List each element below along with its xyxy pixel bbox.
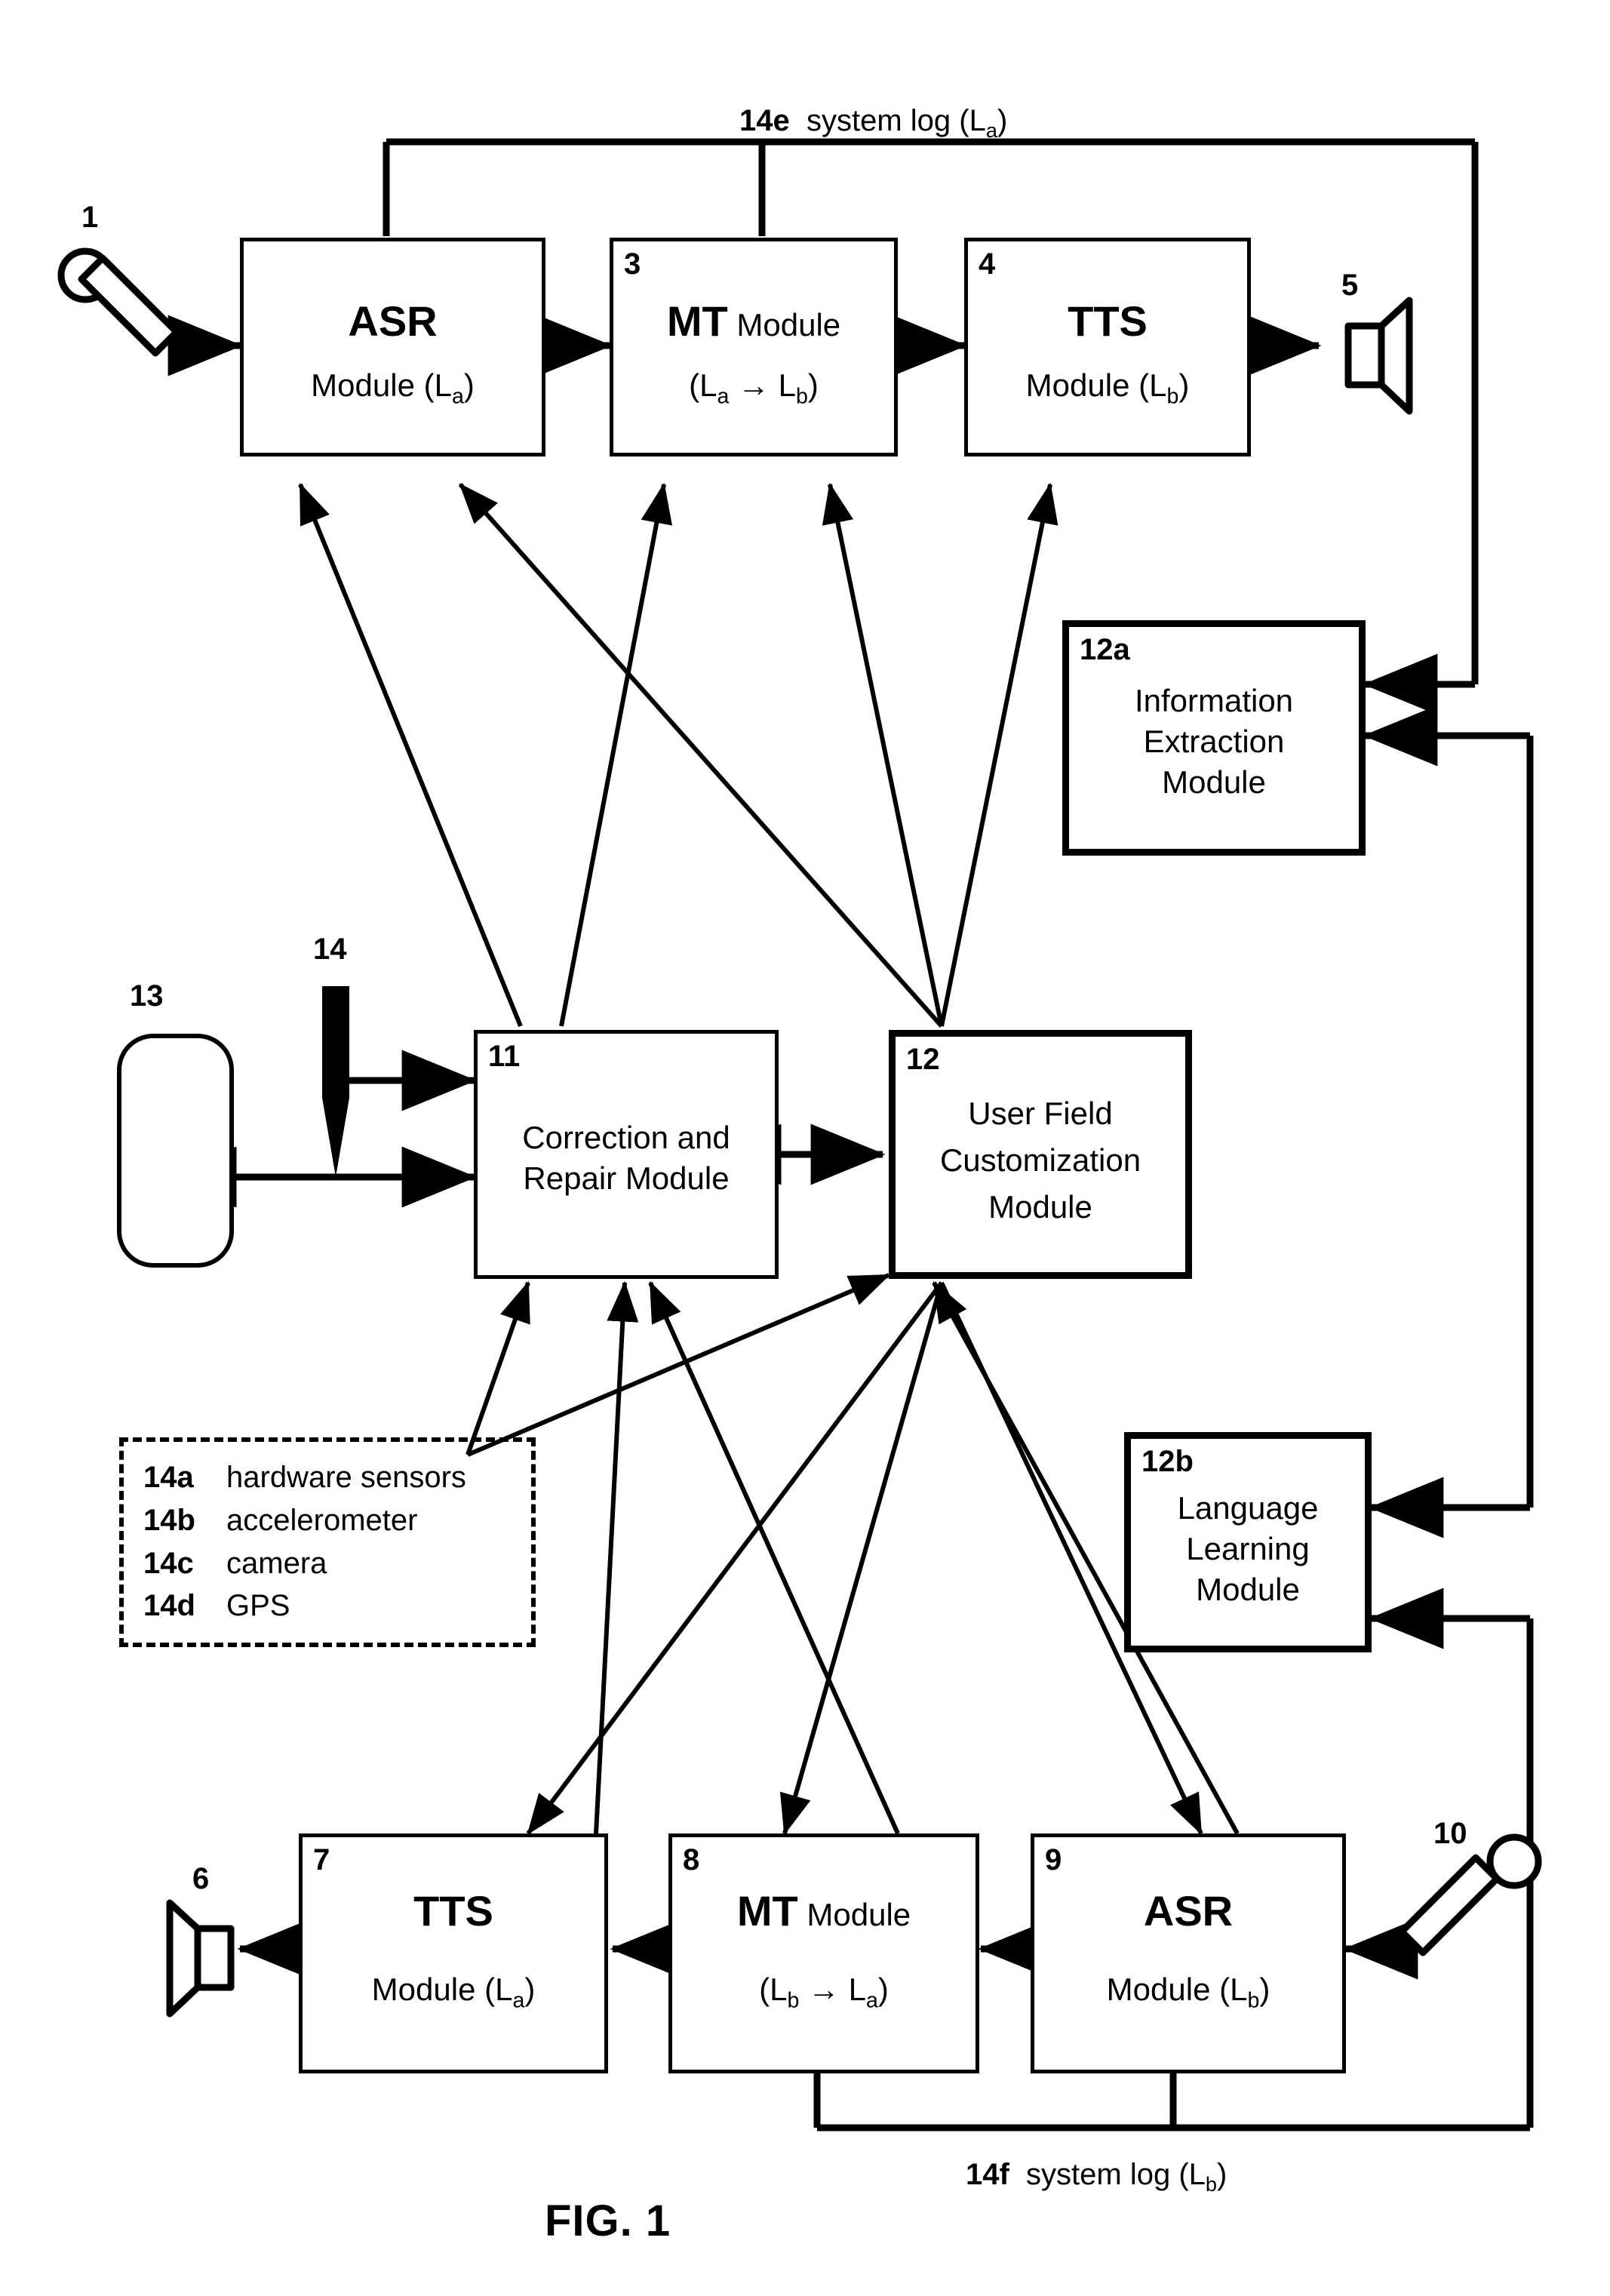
block-correction-and-repair-module[interactable]: 11 Correction and Repair Module (474, 1030, 779, 1279)
arrow-sensors-to-12 (466, 1273, 891, 1457)
block-line3-12a: Module (1162, 764, 1266, 800)
arrow-12-to-mtab (822, 482, 944, 1027)
speaker-icon-5 (1344, 297, 1413, 415)
block-ref-12a: 12a (1080, 633, 1130, 666)
label-14e-system-log: 14e system log (La) (739, 104, 1008, 142)
block-ref-12b: 12b (1141, 1445, 1194, 1478)
block-ref-11: 11 (488, 1040, 521, 1073)
block-ref-asr-b: 9 (1045, 1843, 1062, 1876)
ref-14: 14 (313, 933, 347, 966)
block-title-asr-b: ASR (1143, 1887, 1234, 1935)
list-item: 14b accelerometer (143, 1503, 418, 1537)
ref-1: 1 (81, 201, 99, 234)
arrow-ttsa-to-11 (594, 1280, 639, 1834)
block-line1-12a: Information (1134, 683, 1294, 718)
block-ref-tts-b: 4 (979, 247, 996, 281)
block-line1-12: User Field (968, 1096, 1113, 1131)
speaker-icon-6 (166, 1899, 235, 2018)
arrow-12-to-ttsa (526, 1281, 944, 1835)
block-title-mt-ab: MT Module (666, 297, 841, 345)
block-line3-12: Module (988, 1189, 1092, 1225)
block-title-mt-ba: MT Module (736, 1887, 911, 1935)
block-user-field-customization-module[interactable]: 12 User Field Customization Module (889, 1030, 1192, 1279)
block-line2-12b: Learning (1186, 1531, 1310, 1566)
block-title-tts-a: TTS (413, 1887, 493, 1935)
list-item: 14c camera (143, 1546, 327, 1580)
ref-13: 13 (130, 979, 164, 1013)
block-asr-module-lb[interactable]: 9 ASR Module (Lb) (1031, 1833, 1346, 2073)
arrow-12-to-ttsb (939, 482, 1058, 1027)
block-title-tts-b: TTS (1068, 297, 1148, 345)
block-ref-mt-ab: 3 (624, 247, 641, 281)
block-line1-12b: Language (1177, 1490, 1319, 1526)
block-line3-12b: Module (1196, 1572, 1300, 1607)
ref-5: 5 (1341, 269, 1359, 302)
list-item: 14d GPS (143, 1589, 290, 1623)
arrow-mtba-to-11 (648, 1280, 900, 1835)
block-tts-module-la[interactable]: 7 TTS Module (La) (299, 1833, 608, 2073)
ref-10: 10 (1433, 1817, 1467, 1850)
block-line1-11: Correction and (522, 1120, 730, 1155)
display-device-13[interactable] (117, 1034, 234, 1268)
block-sub-asr-a: Module (La) (311, 367, 475, 409)
ref-6: 6 (192, 1862, 210, 1895)
block-sub-asr-b: Module (Lb) (1106, 1972, 1270, 2013)
list-item: 14a hardware sensors (143, 1461, 466, 1494)
block-title-asr-a: ASR (348, 297, 438, 345)
block-ref-mt-ba: 8 (683, 1843, 700, 1876)
label-14f-system-log: 14f system log (Lb) (966, 2158, 1227, 2196)
block-sub-tts-a: Module (La) (371, 1972, 536, 2013)
block-ref-tts-a: 7 (313, 1843, 330, 1876)
block-sub-mt-ba: (Lb → La) (759, 1972, 889, 2013)
block-sub-tts-b: Module (Lb) (1025, 367, 1190, 409)
microphone-icon-1 (57, 247, 180, 357)
arrow-12-to-asra (458, 483, 944, 1028)
block-asr-module-la[interactable]: ASR Module (La) (240, 238, 545, 456)
figure-caption: FIG. 1 (545, 2196, 671, 2245)
arrow-sensors-to-11 (465, 1280, 530, 1455)
block-line2-12a: Extraction (1143, 724, 1285, 759)
stylus-icon-14 (322, 986, 349, 1177)
block-mt-module-la-lb[interactable]: 3 MT Module (La → Lb) (610, 238, 898, 456)
block-tts-module-lb[interactable]: 4 TTS Module (Lb) (964, 238, 1251, 456)
block-sub-mt-ab: (La → Lb) (689, 367, 819, 409)
sensor-list: 14a hardware sensors 14b accelerometer 14c… (143, 1456, 536, 1627)
figure-canvas: ASR Module (La) 3 MT Module (La → Lb) 4 … (0, 0, 1610, 2296)
block-ref-12: 12 (906, 1043, 940, 1076)
block-line2-11: Repair Module (523, 1160, 730, 1196)
block-language-learning-module[interactable]: 12b Language Learning Module (1124, 1432, 1372, 1652)
block-information-extraction-module[interactable]: 12a Information Extraction Module (1062, 620, 1366, 856)
bus-14e (383, 138, 1479, 684)
arrow-11-to-mtab (559, 482, 673, 1027)
block-mt-module-lb-la[interactable]: 8 MT Module (Lb → La) (668, 1833, 979, 2073)
bus-14e-to-12b (1475, 732, 1534, 1508)
microphone-icon-10 (1398, 1833, 1542, 1956)
block-line2-12: Customization (939, 1142, 1141, 1178)
